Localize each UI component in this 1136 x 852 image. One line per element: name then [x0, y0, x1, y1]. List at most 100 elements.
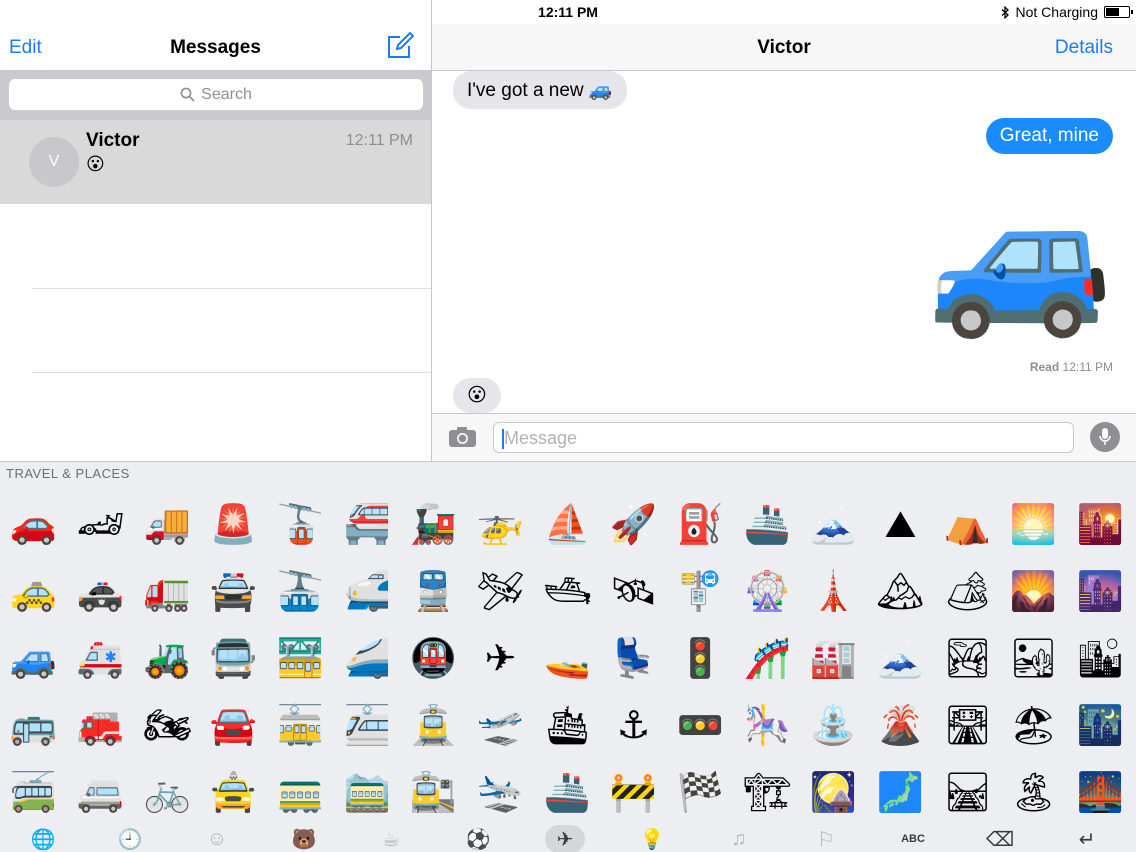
emoji-key[interactable]: 🚄 [334, 624, 401, 691]
emoji-key[interactable]: 🚥 [667, 691, 734, 758]
return-icon[interactable]: ↵ [1067, 825, 1107, 852]
emoji-key[interactable]: 🚦 [667, 624, 734, 691]
emoji-key[interactable]: 🚲 [134, 758, 201, 825]
emoji-key[interactable]: 🌅 [1000, 490, 1067, 557]
emoji-key[interactable]: 🚞 [334, 758, 401, 825]
abc-key[interactable]: ABC [893, 825, 933, 852]
emoji-key[interactable]: 🚃 [267, 758, 334, 825]
emoji-key[interactable]: 🚖 [200, 758, 267, 825]
emoji-key[interactable]: 🏖 [1000, 691, 1067, 758]
emoji-key[interactable]: 🛬 [467, 758, 534, 825]
emoji-key[interactable]: 🚈 [334, 691, 401, 758]
incoming-emoji-message[interactable]: 😮 [453, 378, 501, 413]
emoji-key[interactable]: 🚜 [134, 624, 201, 691]
camera-icon[interactable] [448, 426, 477, 448]
emoji-key[interactable]: 🚛 [134, 557, 201, 624]
emoji-key[interactable]: 🏔 [867, 557, 934, 624]
car-emoji-message[interactable]: 🚙 [927, 173, 1114, 339]
message-field[interactable]: Message [493, 422, 1074, 453]
emoji-key[interactable]: 🛰 [600, 557, 667, 624]
emoji-key[interactable]: 🏍 [134, 691, 201, 758]
emoji-key[interactable]: 🏙 [1067, 624, 1134, 691]
emoji-key[interactable]: 🚧 [600, 758, 667, 825]
details-button[interactable]: Details [1055, 37, 1113, 59]
emoji-key[interactable]: 🏞 [934, 624, 1001, 691]
emoji-key[interactable]: 🚝 [334, 490, 401, 557]
emoji-key[interactable]: 🚍 [200, 624, 267, 691]
emoji-key[interactable]: 🚕 [0, 557, 67, 624]
emoji-key[interactable]: 🛣 [934, 691, 1001, 758]
emoji-key[interactable]: 🌃 [1067, 691, 1134, 758]
emoji-key[interactable]: 🛫 [467, 691, 534, 758]
emoji-key[interactable]: 🛳 [534, 691, 601, 758]
emoji-key[interactable]: 🚀 [600, 490, 667, 557]
animal-icon[interactable]: 🐻 [284, 825, 324, 852]
emoji-key[interactable]: 🚏 [667, 557, 734, 624]
smiley-icon[interactable]: ☺ [197, 825, 237, 852]
emoji-key[interactable]: 🏭 [800, 624, 867, 691]
emoji-key[interactable]: 🏁 [667, 758, 734, 825]
conversation-row-victor[interactable]: V Victor 12:11 PM 😮 [0, 120, 431, 204]
emoji-key[interactable]: 🚡 [267, 490, 334, 557]
emoji-key[interactable]: 🚚 [134, 490, 201, 557]
activity-icon[interactable]: ⚽ [458, 825, 498, 852]
emoji-key[interactable]: 🚔 [200, 557, 267, 624]
emoji-key[interactable]: 🚁 [467, 490, 534, 557]
flags-icon[interactable]: ⚐ [806, 825, 846, 852]
emoji-key[interactable]: 🏝 [1000, 758, 1067, 825]
emoji-key[interactable]: 🚢 [734, 490, 801, 557]
emoji-key[interactable]: 🚆 [400, 557, 467, 624]
emoji-key[interactable]: 🎡 [734, 557, 801, 624]
emoji-key[interactable]: 🎠 [734, 691, 801, 758]
emoji-key[interactable]: 🚌 [0, 691, 67, 758]
emoji-key[interactable]: 🏗 [734, 758, 801, 825]
emoji-key[interactable]: 🌇 [1067, 490, 1134, 557]
emoji-key[interactable]: ⛰ [867, 490, 934, 557]
microphone-button[interactable] [1090, 422, 1120, 452]
emoji-key[interactable]: 🎑 [800, 758, 867, 825]
emoji-key[interactable]: 🏎 [67, 490, 134, 557]
emoji-key[interactable]: 🚇 [400, 624, 467, 691]
emoji-key[interactable]: ⛵ [534, 490, 601, 557]
emoji-key[interactable]: ✈ [467, 624, 534, 691]
emoji-key[interactable]: 🚙 [0, 624, 67, 691]
emoji-key[interactable]: 🚉 [400, 758, 467, 825]
emoji-key[interactable]: 🚗 [0, 490, 67, 557]
emoji-key[interactable]: 🏜 [1000, 624, 1067, 691]
outgoing-message[interactable]: Great, mine [985, 118, 1113, 154]
emoji-key[interactable]: 🚨 [200, 490, 267, 557]
emoji-key[interactable]: 🛤 [934, 758, 1001, 825]
emoji-key[interactable]: 🗻 [867, 624, 934, 691]
emoji-key[interactable]: 🚅 [334, 557, 401, 624]
globe-icon[interactable]: 🌐 [23, 825, 63, 852]
emoji-key[interactable]: ⚓ [600, 691, 667, 758]
emoji-key[interactable]: 🚓 [67, 557, 134, 624]
emoji-key[interactable]: 🚊 [400, 691, 467, 758]
objects-icon[interactable]: 💡 [632, 825, 672, 852]
compose-icon[interactable] [386, 32, 414, 60]
emoji-key[interactable]: 🚂 [400, 490, 467, 557]
emoji-key[interactable]: 🏕 [934, 557, 1001, 624]
emoji-key[interactable]: 🚒 [67, 691, 134, 758]
emoji-key[interactable]: 🌄 [1000, 557, 1067, 624]
emoji-key[interactable]: 🗾 [867, 758, 934, 825]
emoji-key[interactable]: ⛽ [667, 490, 734, 557]
food-icon[interactable]: ☕ [371, 825, 411, 852]
emoji-key[interactable]: 🚐 [67, 758, 134, 825]
emoji-key[interactable]: 🚑 [67, 624, 134, 691]
emoji-key[interactable]: 🗻 [800, 490, 867, 557]
emoji-key[interactable]: 🚢 [534, 758, 601, 825]
emoji-key[interactable]: ⛲ [800, 691, 867, 758]
emoji-key[interactable]: ⛺ [934, 490, 1001, 557]
emoji-key[interactable]: 🌋 [867, 691, 934, 758]
emoji-key[interactable]: 🌉 [1067, 758, 1134, 825]
emoji-key[interactable]: 🗼 [800, 557, 867, 624]
incoming-message[interactable]: I've got a new 🚙 [453, 71, 627, 109]
emoji-key[interactable]: 🚠 [267, 557, 334, 624]
emoji-key[interactable]: 🚋 [267, 691, 334, 758]
emoji-key[interactable]: 🚘 [200, 691, 267, 758]
emoji-key[interactable]: 🛥 [534, 557, 601, 624]
emoji-key[interactable]: 🚤 [534, 624, 601, 691]
search-input[interactable]: Search [9, 79, 423, 110]
emoji-key[interactable]: 🎢 [734, 624, 801, 691]
